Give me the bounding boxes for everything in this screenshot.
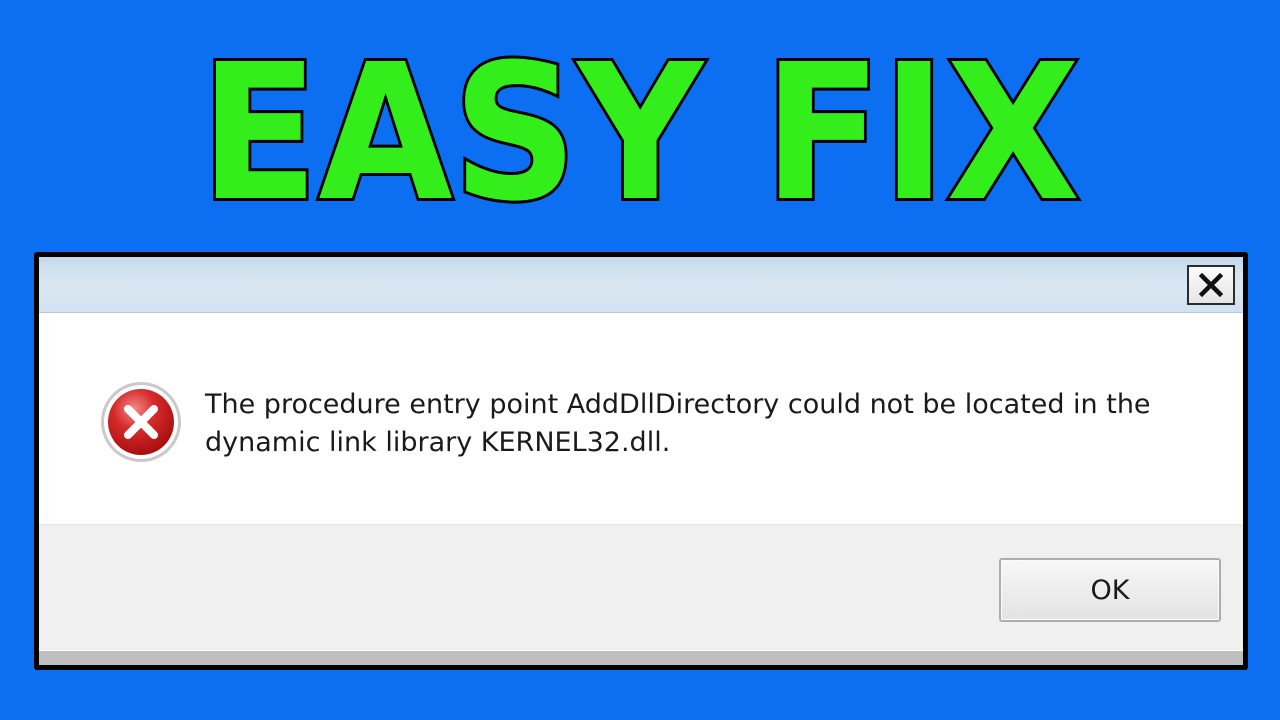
dialog-bottom-border bbox=[39, 651, 1243, 665]
headline-svg: EASY FIX bbox=[197, 40, 1083, 220]
headline-text: EASY FIX bbox=[200, 40, 1080, 220]
headline-banner: EASY FIX bbox=[0, 40, 1280, 220]
dialog-footer: OK bbox=[39, 524, 1243, 650]
dialog-content: The procedure entry point AddDllDirector… bbox=[39, 314, 1243, 524]
error-message-line-1: The procedure entry point AddDllDirector… bbox=[205, 389, 1151, 420]
thumbnail-canvas: EASY FIX The procedure entry point AddDl… bbox=[0, 0, 1280, 720]
ok-button[interactable]: OK bbox=[999, 558, 1221, 622]
error-message-line-2: dynamic link library KERNEL32.dll. bbox=[205, 427, 671, 458]
close-button[interactable] bbox=[1187, 265, 1235, 305]
error-icon bbox=[101, 382, 181, 462]
close-icon bbox=[1198, 272, 1224, 298]
dialog-titlebar[interactable] bbox=[39, 257, 1243, 313]
error-dialog: The procedure entry point AddDllDirector… bbox=[34, 252, 1248, 670]
error-message: The procedure entry point AddDllDirector… bbox=[205, 386, 1205, 462]
dialog-body: The procedure entry point AddDllDirector… bbox=[39, 257, 1243, 665]
